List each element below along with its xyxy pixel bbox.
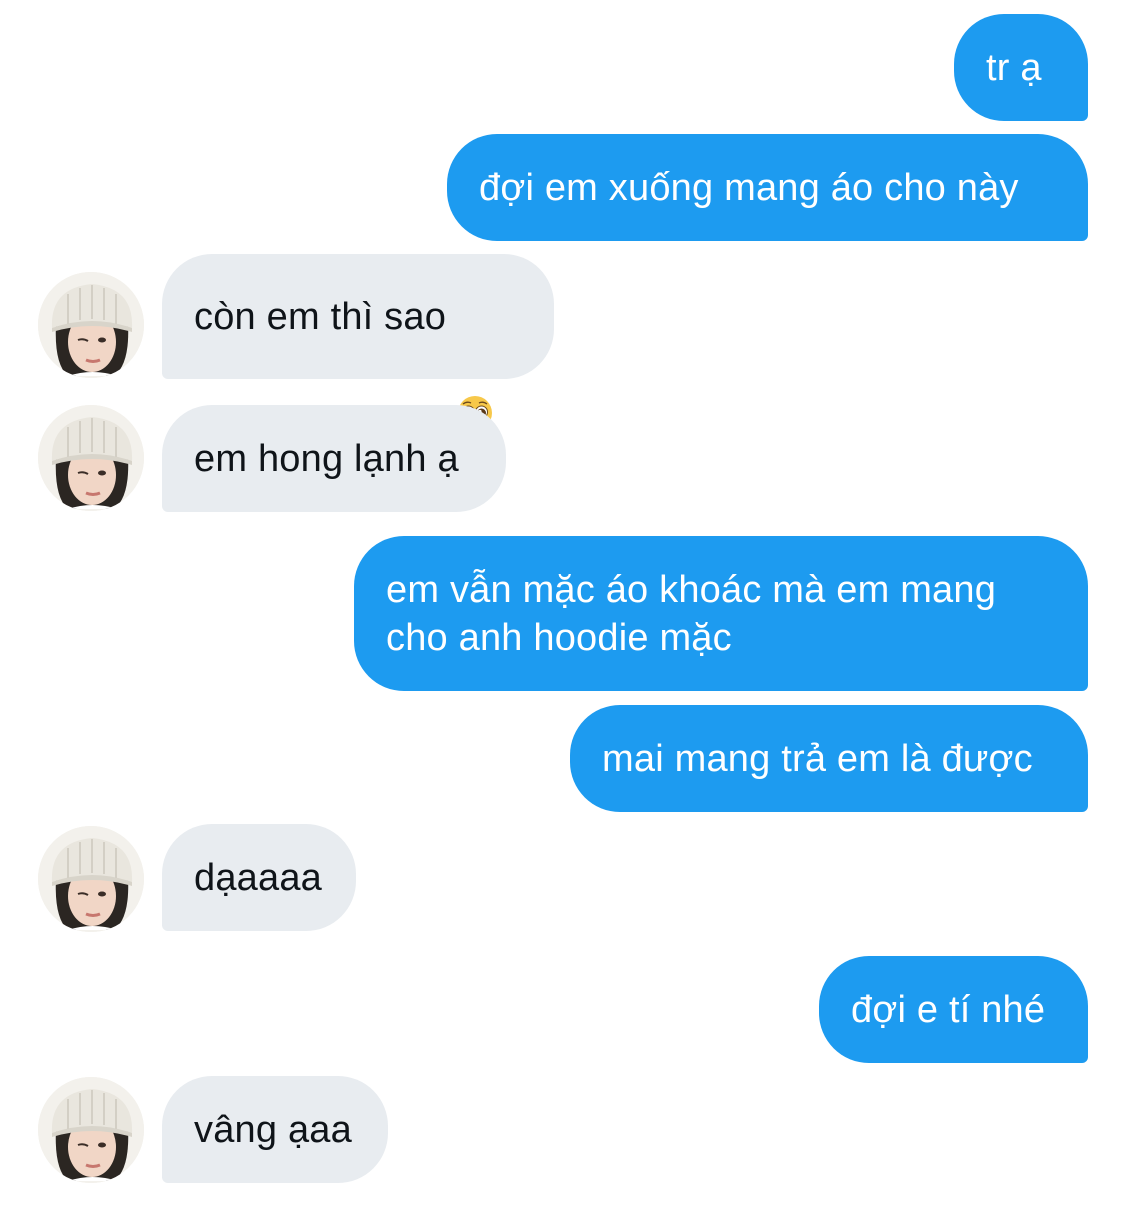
message-bubble-incoming[interactable]: dạaaaa: [162, 824, 356, 931]
avatar-image: [38, 405, 144, 511]
message-text: em vẫn mặc áo khoác mà em mang cho anh h…: [386, 568, 997, 659]
message-bubble-incoming[interactable]: vâng ạaa: [162, 1076, 388, 1183]
avatar-image: [38, 272, 144, 378]
message-bubble-outgoing[interactable]: đợi em xuống mang áo cho này: [447, 134, 1088, 241]
message-bubble-incoming[interactable]: em hong lạnh ạ: [162, 405, 506, 512]
avatar-image: [38, 826, 144, 932]
message-text: đợi e tí nhé: [851, 988, 1046, 1031]
avatar-image: [38, 1077, 144, 1183]
avatar[interactable]: [38, 1077, 144, 1183]
avatar[interactable]: [38, 272, 144, 378]
message-bubble-outgoing[interactable]: mai mang trả em là được: [570, 705, 1088, 812]
message-text: mai mang trả em là được: [602, 737, 1033, 780]
message-text: đợi em xuống mang áo cho này: [479, 166, 1019, 209]
message-text: tr ạ: [986, 46, 1042, 89]
pleading-face-emoji-icon: [456, 298, 494, 430]
avatar[interactable]: [38, 826, 144, 932]
message-bubble-outgoing[interactable]: em vẫn mặc áo khoác mà em mang cho anh h…: [354, 536, 1088, 691]
message-bubble-outgoing[interactable]: tr ạ: [954, 14, 1088, 121]
message-text: vâng ạaa: [194, 1108, 352, 1151]
message-bubble-outgoing[interactable]: đợi e tí nhé: [819, 956, 1088, 1063]
message-text: còn em thì sao: [194, 295, 447, 338]
message-bubble-incoming[interactable]: còn em thì sao: [162, 254, 554, 430]
message-text: em hong lạnh ạ: [194, 437, 459, 480]
avatar[interactable]: [38, 405, 144, 511]
message-text: dạaaaa: [194, 856, 323, 899]
